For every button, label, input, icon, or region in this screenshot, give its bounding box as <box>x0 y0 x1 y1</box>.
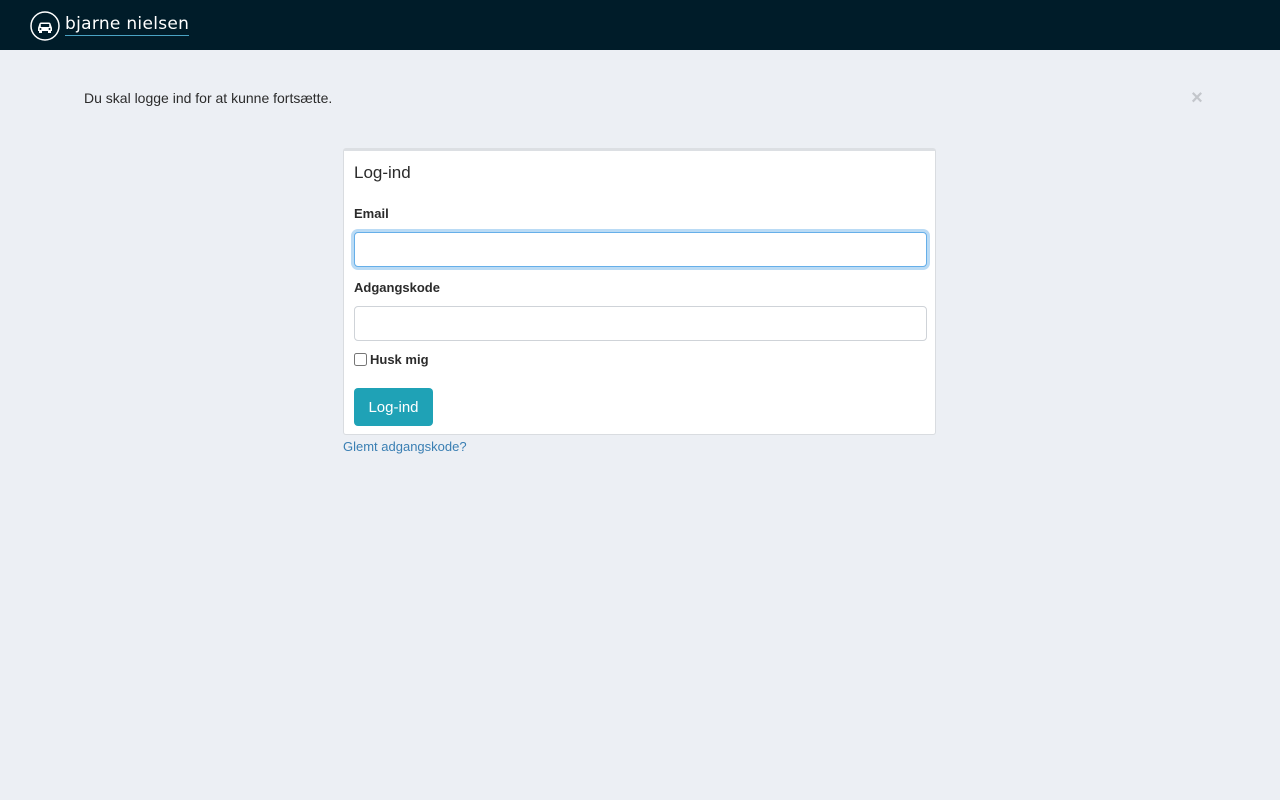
close-icon[interactable]: × <box>1189 88 1205 108</box>
password-label: Adgangskode <box>354 280 440 295</box>
panel-title: Log-ind <box>354 163 411 182</box>
password-field[interactable] <box>354 306 927 341</box>
top-navbar: bjarne nielsen <box>0 0 1280 50</box>
forgot-password-link[interactable]: Glemt adgangskode? <box>343 439 467 454</box>
email-field[interactable] <box>354 232 927 267</box>
remember-me-label[interactable]: Husk mig <box>370 352 429 367</box>
car-in-circle-icon <box>30 11 60 41</box>
login-panel: Log-ind Email Adgangskode Husk mig Log-i… <box>343 148 936 435</box>
login-button[interactable]: Log-ind <box>354 388 433 426</box>
brand-name: bjarne nielsen <box>65 14 190 36</box>
remember-me-checkbox[interactable] <box>354 353 367 366</box>
remember-me-row: Husk mig <box>354 352 429 367</box>
email-label: Email <box>354 206 389 221</box>
brand-logo-link[interactable]: bjarne nielsen <box>30 10 190 42</box>
flash-message: Du skal logge ind for at kunne fortsætte… <box>84 90 333 106</box>
